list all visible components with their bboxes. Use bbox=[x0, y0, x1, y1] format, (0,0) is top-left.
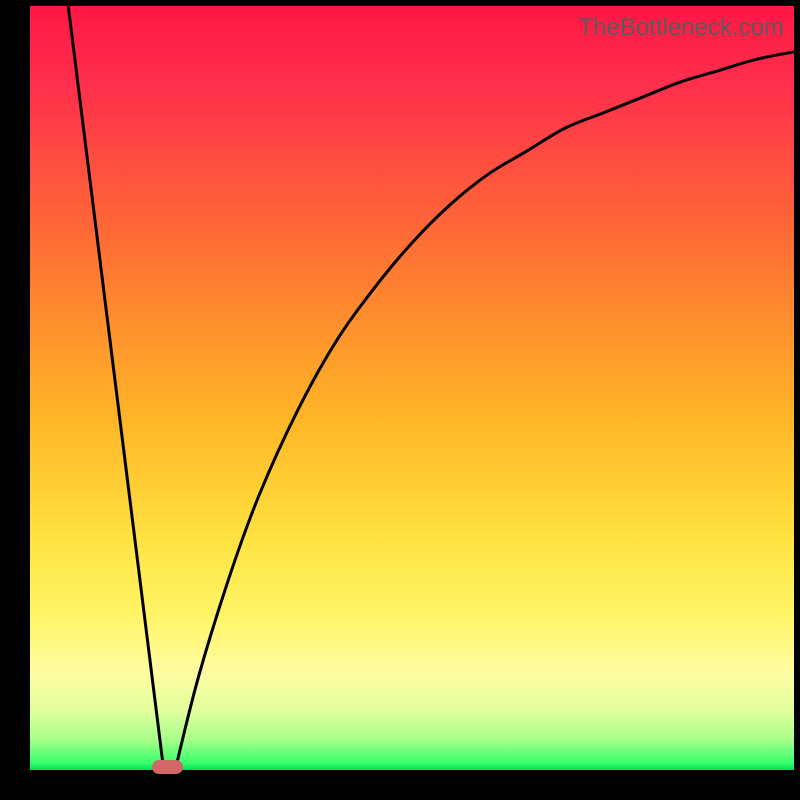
bottleneck-marker bbox=[152, 760, 183, 774]
watermark-text: TheBottleneck.com bbox=[579, 14, 784, 42]
curve-layer bbox=[30, 6, 794, 770]
right-curve bbox=[175, 52, 794, 770]
left-line bbox=[68, 6, 164, 770]
chart-container: TheBottleneck.com bbox=[0, 0, 800, 800]
plot-area: TheBottleneck.com bbox=[30, 6, 794, 770]
